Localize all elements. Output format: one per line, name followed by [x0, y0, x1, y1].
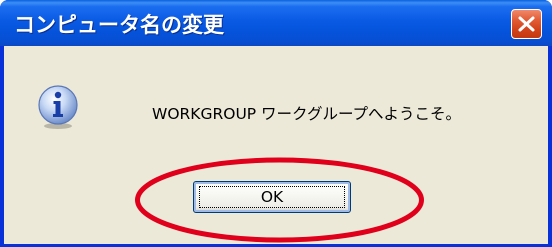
info-icon — [38, 85, 78, 129]
window-title: コンピュータ名の変更 — [14, 13, 224, 37]
close-icon — [518, 16, 535, 32]
ok-button[interactable]: OK — [193, 181, 351, 213]
dialog-body: WORKGROUP ワークグループへようこそ。 OK — [4, 46, 548, 244]
title-bar[interactable]: コンピュータ名の変更 — [0, 0, 552, 46]
ok-button-label: OK — [260, 188, 284, 206]
close-button[interactable] — [511, 9, 542, 39]
dialog-message: WORKGROUP ワークグループへようこそ。 — [152, 105, 462, 123]
dialog-window: コンピュータ名の変更 WORKGROUP ワークグループへようこそ。 OK — [0, 0, 552, 247]
